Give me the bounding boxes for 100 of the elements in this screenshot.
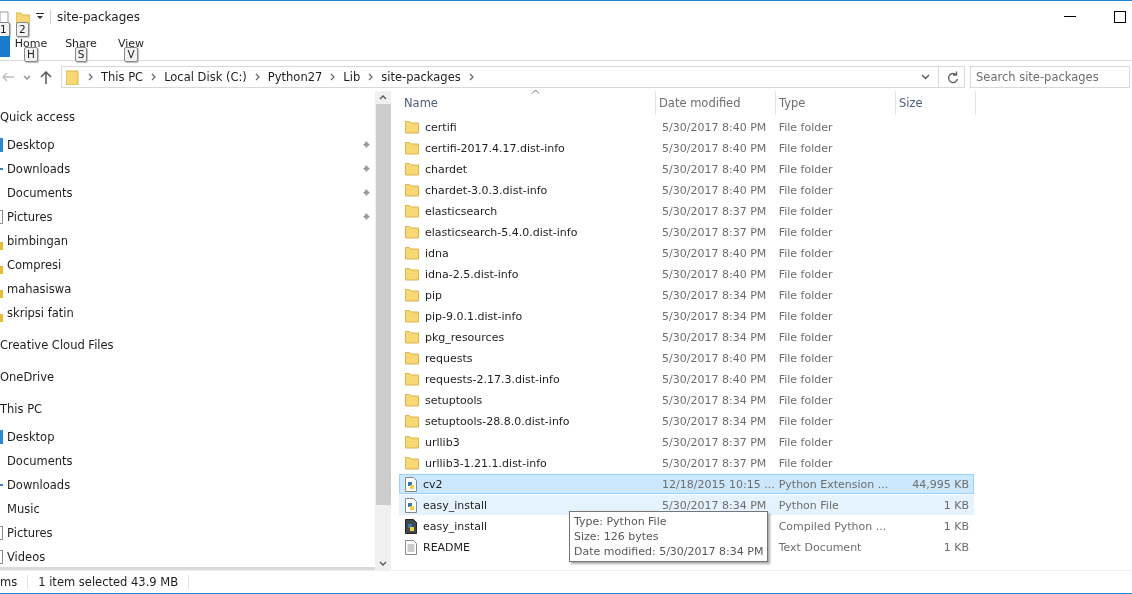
chevron-up-icon[interactable] xyxy=(379,95,387,100)
folder-icon xyxy=(405,183,419,197)
file-name: elasticsearch xyxy=(425,204,498,218)
file-size: 1 KB xyxy=(943,540,969,554)
file-type: File folder xyxy=(778,204,833,218)
column-header[interactable]: Size xyxy=(896,91,976,115)
frame-icon xyxy=(0,526,3,540)
nav-item[interactable]: skripsi fatin xyxy=(7,306,74,320)
nav-item[interactable]: Compresi xyxy=(7,258,62,272)
file-type: File folder xyxy=(778,372,833,386)
frame-icon xyxy=(0,550,3,564)
nav-item[interactable]: Downloads xyxy=(7,478,71,492)
chevron-right-icon[interactable] xyxy=(88,73,93,81)
minimize-icon[interactable] xyxy=(1064,15,1076,18)
scrollbar[interactable] xyxy=(375,91,391,570)
file-type: File folder xyxy=(778,183,833,197)
file-name: README xyxy=(423,540,471,554)
file-row[interactable]: cv2 12/18/2015 10:15 ... Python Extension ... 44,995 KB xyxy=(399,474,974,494)
pin-icon[interactable] xyxy=(361,188,371,198)
chevron-down-icon[interactable] xyxy=(23,74,31,80)
column-header[interactable]: Name xyxy=(401,91,656,115)
file-size: 1 KB xyxy=(943,498,969,512)
chevron-down-icon[interactable] xyxy=(921,74,930,80)
file-name: cv2 xyxy=(423,477,443,491)
column-header[interactable]: Type xyxy=(776,91,896,115)
nav-item[interactable]: Creative Cloud Files xyxy=(0,338,114,352)
file-type: File folder xyxy=(778,330,833,344)
chevron-right-icon[interactable] xyxy=(368,73,374,81)
file-type: File folder xyxy=(778,414,833,428)
file-name: idna xyxy=(425,246,449,260)
chevron-right-icon[interactable] xyxy=(254,73,260,81)
file-type: File folder xyxy=(778,309,833,323)
chevron-right-icon[interactable] xyxy=(330,73,336,81)
file-row[interactable]: easy_install 5/30/2017 8:34 PM Python File 1 KB xyxy=(399,495,974,515)
breadcrumb[interactable]: site-packages xyxy=(381,70,461,84)
nav-item[interactable]: Pictures xyxy=(7,526,53,540)
compiled-python-icon xyxy=(405,518,417,534)
date-modified: 5/30/2017 8:40 PM xyxy=(662,246,767,260)
file-type: Compiled Python ... xyxy=(778,519,887,533)
breadcrumb[interactable]: Local Disk (C:) xyxy=(164,70,247,84)
nav-item[interactable]: Desktop xyxy=(7,430,55,444)
folder-icon xyxy=(405,372,419,386)
nav-item[interactable]: Music xyxy=(7,502,40,516)
file-type: Text Document xyxy=(778,540,862,554)
nav-item[interactable]: mahasiswa xyxy=(7,282,72,296)
ribbon-tab[interactable]: Share xyxy=(65,37,97,50)
folder-icon xyxy=(405,393,419,407)
date-modified: 5/30/2017 8:40 PM xyxy=(662,351,767,365)
breadcrumb[interactable]: Python27 xyxy=(267,70,323,84)
up-arrow-icon[interactable] xyxy=(40,70,52,84)
folder-icon xyxy=(405,225,419,239)
date-modified: 5/30/2017 8:40 PM xyxy=(662,267,767,281)
refresh-icon[interactable] xyxy=(947,70,959,84)
file-type: File folder xyxy=(778,288,833,302)
chevron-right-icon[interactable] xyxy=(468,73,474,81)
nav-item[interactable]: Pictures xyxy=(7,210,53,224)
tooltip-text: Size: 126 bytes xyxy=(574,529,660,544)
chevron-down-icon[interactable] xyxy=(379,561,387,566)
file-name: elasticsearch-5.4.0.dist-info xyxy=(425,225,578,239)
nav-item[interactable]: This PC xyxy=(0,402,43,416)
column-header[interactable]: Date modified xyxy=(656,91,776,115)
nav-item[interactable]: Videos xyxy=(7,550,46,564)
file-name: pkg_resources xyxy=(425,330,505,344)
breadcrumb[interactable]: This PC xyxy=(101,70,144,84)
folder-icon xyxy=(405,288,419,302)
folder-icon xyxy=(0,290,3,298)
nav-item[interactable]: OneDrive xyxy=(0,370,55,384)
pin-icon[interactable] xyxy=(361,212,371,222)
sort-caret-icon xyxy=(531,89,540,94)
file-type: File folder xyxy=(778,435,833,449)
nav-item[interactable]: Documents xyxy=(7,454,73,468)
date-modified: 5/30/2017 8:34 PM xyxy=(662,330,767,344)
folder-icon xyxy=(405,435,419,449)
dropdown-icon[interactable] xyxy=(36,13,44,20)
search-field[interactable]: Search site-packages xyxy=(970,66,1130,88)
address-bar[interactable]: This PC Local Disk (C:) Python27 Lib site-packages xyxy=(61,66,965,88)
file-type: File folder xyxy=(778,393,833,407)
ribbon-tab[interactable]: View xyxy=(117,37,145,50)
python-file-icon xyxy=(405,497,417,513)
folder-icon xyxy=(405,309,419,323)
file-type: File folder xyxy=(778,162,833,176)
folder-icon xyxy=(405,330,419,344)
file-type: File folder xyxy=(778,267,833,281)
ribbon-tab[interactable]: Home xyxy=(14,37,48,50)
breadcrumb[interactable]: Lib xyxy=(343,70,361,84)
chevron-right-icon[interactable] xyxy=(151,73,157,81)
file-name: urllib3-1.21.1.dist-info xyxy=(425,456,547,470)
text-file-icon xyxy=(405,539,417,555)
nav-item[interactable]: Quick access xyxy=(0,110,75,124)
nav-item[interactable]: Desktop xyxy=(7,138,55,152)
pin-icon[interactable] xyxy=(361,140,371,150)
selection-info: 1 item selected 43.9 MB xyxy=(38,575,179,589)
desktop-icon xyxy=(0,430,3,444)
nav-item[interactable]: Downloads xyxy=(7,162,71,176)
pin-icon[interactable] xyxy=(361,164,371,174)
keytip: 1 xyxy=(0,21,10,37)
nav-item[interactable]: bimbingan xyxy=(7,234,69,248)
nav-item[interactable]: Documents xyxy=(7,186,73,200)
desktop-icon xyxy=(0,138,3,152)
maximize-icon[interactable] xyxy=(1114,10,1126,23)
